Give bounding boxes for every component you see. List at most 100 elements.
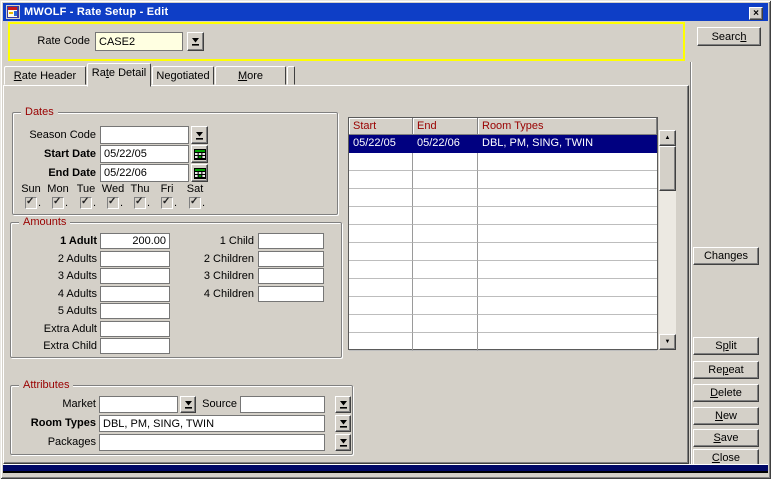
table-cell[interactable] <box>413 207 478 225</box>
amount-extra-adult-input[interactable] <box>100 321 170 337</box>
table-row[interactable] <box>349 207 657 225</box>
table-row[interactable]: 05/22/0505/22/06DBL, PM, SING, TWIN <box>349 135 657 153</box>
table-cell[interactable] <box>349 207 413 225</box>
table-row[interactable] <box>349 333 657 351</box>
table-row[interactable] <box>349 243 657 261</box>
end-date-input[interactable] <box>100 164 189 182</box>
table-row[interactable] <box>349 171 657 189</box>
table-cell[interactable] <box>478 153 657 171</box>
day-checkbox[interactable]: ✓ <box>189 197 201 209</box>
table-cell[interactable] <box>349 225 413 243</box>
amount-extra-child-input[interactable] <box>100 338 170 354</box>
amount-2-children-input[interactable] <box>258 251 324 267</box>
day-checkbox[interactable]: ✓ <box>134 197 146 209</box>
table-cell[interactable] <box>413 171 478 189</box>
search-button[interactable]: Search <box>697 27 761 46</box>
table-cell[interactable] <box>478 261 657 279</box>
packages-lov-button[interactable] <box>335 434 351 451</box>
table-cell[interactable] <box>478 315 657 333</box>
amount-label: 3 Adults <box>11 268 97 284</box>
table-cell[interactable] <box>413 225 478 243</box>
amount-1-child-input[interactable] <box>258 233 324 249</box>
new-button[interactable]: New <box>693 407 759 425</box>
save-button[interactable]: Save <box>693 429 759 447</box>
table-row[interactable] <box>349 315 657 333</box>
table-cell[interactable] <box>413 315 478 333</box>
table-cell[interactable] <box>349 333 413 351</box>
table-cell[interactable] <box>413 279 478 297</box>
market-input[interactable] <box>99 396 178 413</box>
table-row[interactable] <box>349 153 657 171</box>
table-cell[interactable]: DBL, PM, SING, TWIN <box>478 135 657 153</box>
table-row[interactable] <box>349 279 657 297</box>
table-cell[interactable] <box>478 171 657 189</box>
titlebar[interactable]: MWOLF - Rate Setup - Edit × <box>3 3 768 21</box>
table-cell[interactable] <box>478 189 657 207</box>
day-checkbox[interactable]: ✓ <box>25 197 37 209</box>
season-code-input[interactable] <box>100 126 189 144</box>
table-cell[interactable] <box>413 333 478 351</box>
tab-more[interactable]: More <box>215 66 286 85</box>
room-types-input[interactable] <box>99 415 325 432</box>
dropdown-list-icon <box>339 400 348 409</box>
scroll-down-button[interactable]: ▼ <box>659 334 676 350</box>
table-cell[interactable] <box>413 189 478 207</box>
close-button[interactable]: × <box>749 7 763 20</box>
changes-button[interactable]: Changes <box>693 247 759 265</box>
table-cell[interactable] <box>349 189 413 207</box>
packages-input[interactable] <box>99 434 325 451</box>
scrollbar-thumb[interactable] <box>659 146 676 191</box>
table-cell[interactable] <box>478 207 657 225</box>
day-checkbox[interactable]: ✓ <box>80 197 92 209</box>
table-row[interactable] <box>349 261 657 279</box>
tab-rate-header[interactable]: Rate Header <box>4 66 86 85</box>
table-cell[interactable] <box>478 243 657 261</box>
table-cell[interactable] <box>349 315 413 333</box>
table-cell[interactable] <box>478 297 657 315</box>
table-cell[interactable]: 05/22/06 <box>413 135 478 153</box>
table-cell[interactable]: 05/22/05 <box>349 135 413 153</box>
table-row[interactable] <box>349 189 657 207</box>
table-cell[interactable] <box>349 153 413 171</box>
amount-5-adults-input[interactable] <box>100 303 170 319</box>
column-header-room-types: Room Types <box>478 118 657 134</box>
tab-rate-detail[interactable]: Rate Detail <box>87 63 151 87</box>
table-row[interactable] <box>349 297 657 315</box>
table-row[interactable] <box>349 225 657 243</box>
start-date-input[interactable] <box>100 145 189 163</box>
table-cell[interactable] <box>349 297 413 315</box>
market-lov-button[interactable] <box>180 396 196 413</box>
split-button[interactable]: Split <box>693 337 759 355</box>
table-cell[interactable] <box>478 225 657 243</box>
amount-4-children-input[interactable] <box>258 286 324 302</box>
table-cell[interactable] <box>478 279 657 297</box>
day-checkbox[interactable]: ✓ <box>161 197 173 209</box>
scroll-up-button[interactable]: ▲ <box>659 130 676 146</box>
rate-code-lov-button[interactable] <box>187 32 204 51</box>
table-cell[interactable] <box>478 333 657 351</box>
repeat-button[interactable]: Repeat <box>693 361 759 379</box>
season-code-lov-button[interactable] <box>191 126 208 144</box>
source-input[interactable] <box>240 396 325 413</box>
day-checkbox[interactable]: ✓ <box>107 197 119 209</box>
end-date-calendar-button[interactable] <box>191 164 208 182</box>
start-date-calendar-button[interactable] <box>191 145 208 163</box>
source-lov-button[interactable] <box>335 396 351 413</box>
table-cell[interactable] <box>413 297 478 315</box>
amount-3-children-input[interactable] <box>258 268 324 284</box>
day-label: Sun <box>21 183 41 195</box>
table-cell[interactable] <box>349 243 413 261</box>
table-cell[interactable] <box>349 171 413 189</box>
table-scrollbar[interactable]: ▲ ▼ <box>659 130 676 350</box>
table-cell[interactable] <box>349 261 413 279</box>
tab-negotiated[interactable]: Negotiated <box>152 66 214 85</box>
rate-code-input[interactable] <box>95 32 183 51</box>
table-cell[interactable] <box>413 153 478 171</box>
delete-button[interactable]: Delete <box>693 384 759 402</box>
table-cell[interactable] <box>349 279 413 297</box>
table-cell[interactable] <box>413 261 478 279</box>
table-cell[interactable] <box>413 243 478 261</box>
room-types-lov-button[interactable] <box>335 415 351 432</box>
amount-label: Extra Adult <box>11 321 97 337</box>
day-checkbox[interactable]: ✓ <box>52 197 64 209</box>
